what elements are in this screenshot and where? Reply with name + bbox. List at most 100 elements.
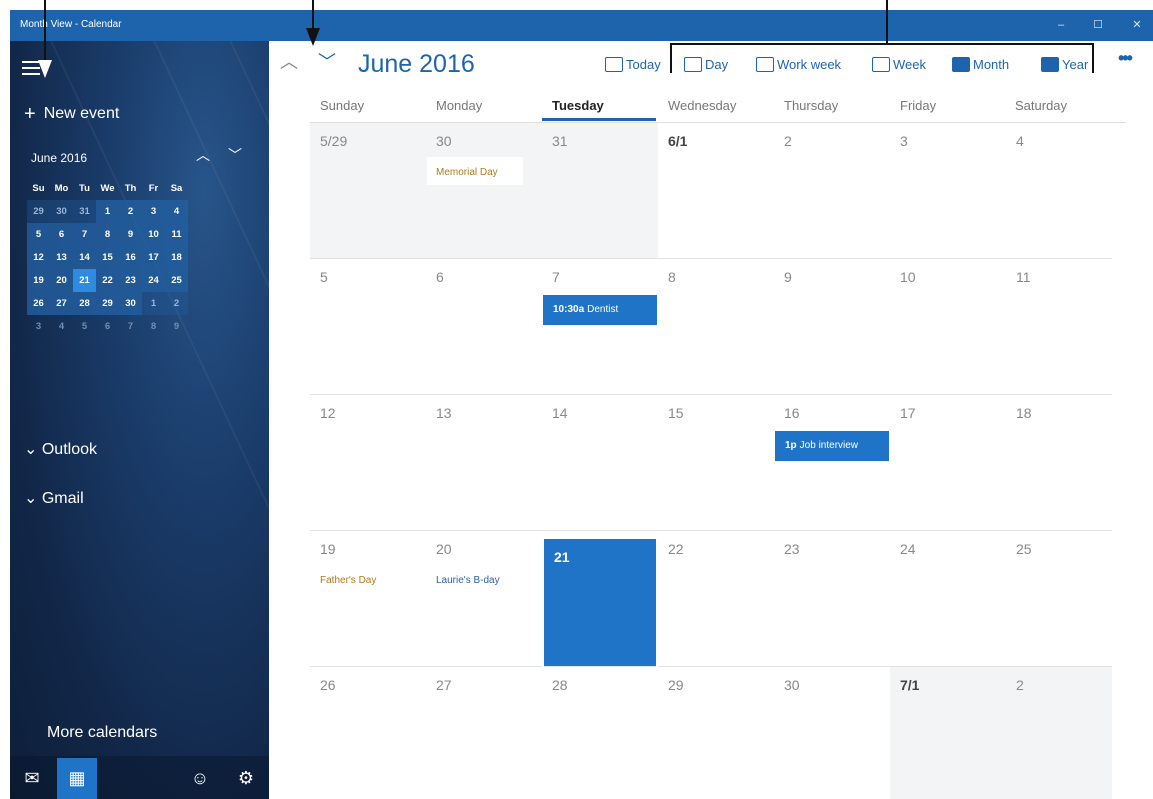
mini-calendar-day[interactable]: 27 (50, 292, 73, 315)
day-cell[interactable]: 10 (890, 259, 1006, 395)
day-cell[interactable]: 26 (310, 667, 426, 799)
mini-calendar-day[interactable]: 10 (142, 223, 165, 246)
day-cell[interactable]: 25 (1006, 531, 1112, 667)
mini-calendar-day[interactable]: 15 (96, 246, 119, 269)
day-cell[interactable]: 5/29 (310, 123, 426, 259)
day-cell[interactable]: 28 (542, 667, 658, 799)
day-cell[interactable]: 23 (774, 531, 890, 667)
day-cell[interactable]: 19 Father's Day (310, 531, 426, 667)
today-button[interactable]: Today (605, 57, 661, 75)
mini-calendar-day[interactable]: 18 (165, 246, 188, 269)
mini-calendar-day[interactable]: 12 (27, 246, 50, 269)
mini-calendar-day[interactable]: 30 (119, 292, 142, 315)
day-cell[interactable]: 2 (774, 123, 890, 259)
day-cell[interactable]: 7 10:30a Dentist (542, 259, 658, 395)
day-cell[interactable]: 9 (774, 259, 890, 395)
day-cell[interactable]: 30 Memorial Day (426, 123, 542, 259)
mini-calendar-day[interactable]: 31 (73, 200, 96, 223)
mini-calendar-day[interactable]: 26 (27, 292, 50, 315)
holiday-label[interactable]: Laurie's B-day (436, 575, 500, 586)
mini-calendar-day[interactable]: 1 (142, 292, 165, 315)
mini-calendar-day[interactable]: 11 (165, 223, 188, 246)
day-cell[interactable]: 3 (890, 123, 1006, 259)
mini-calendar-day[interactable]: 9 (165, 315, 188, 338)
year-view-button[interactable]: Year (1041, 57, 1088, 75)
day-cell[interactable]: 6 (426, 259, 542, 395)
mini-calendar-day[interactable]: 23 (119, 269, 142, 292)
day-cell[interactable]: 18 (1006, 395, 1112, 531)
mini-calendar-day[interactable]: 21 (73, 269, 96, 292)
mini-calendar-day[interactable]: 6 (96, 315, 119, 338)
day-cell[interactable]: 29 (658, 667, 774, 799)
month-title[interactable]: June 2016 (358, 50, 475, 79)
mini-calendar-day[interactable]: 8 (96, 223, 119, 246)
day-cell[interactable]: 15 (658, 395, 774, 531)
mini-calendar-day[interactable]: 2 (119, 200, 142, 223)
mini-calendar-day[interactable]: 29 (27, 200, 50, 223)
account-outlook[interactable]: ⌄ Outlook (24, 439, 97, 459)
week-view-button[interactable]: Week (872, 57, 926, 75)
previous-month-icon[interactable]: ︿ (280, 48, 298, 74)
account-gmail[interactable]: ⌄ Gmail (24, 488, 84, 508)
day-cell[interactable]: 22 (658, 531, 774, 667)
day-cell[interactable]: 20 Laurie's B-day (426, 531, 542, 667)
next-month-icon[interactable]: ﹀ (318, 48, 336, 74)
mini-calendar-day[interactable]: 9 (119, 223, 142, 246)
day-cell[interactable]: 27 (426, 667, 542, 799)
mini-calendar-day[interactable]: 3 (27, 315, 50, 338)
day-cell[interactable]: 13 (426, 395, 542, 531)
maximize-button[interactable]: ☐ (1088, 15, 1108, 35)
day-cell[interactable]: 21 (544, 539, 656, 667)
mini-calendar-day[interactable]: 22 (96, 269, 119, 292)
day-cell[interactable]: 4 (1006, 123, 1112, 259)
calendar-icon[interactable]: ▦ (57, 758, 97, 799)
mini-calendar-day[interactable]: 14 (73, 246, 96, 269)
mini-calendar-day[interactable]: 19 (27, 269, 50, 292)
work-week-view-button[interactable]: Work week (756, 57, 841, 75)
day-cell[interactable]: 17 (890, 395, 1006, 531)
more-options-button[interactable]: ••• (1118, 48, 1133, 69)
mini-calendar-day[interactable]: 1 (96, 200, 119, 223)
mini-calendar-day[interactable]: 4 (50, 315, 73, 338)
holiday-label[interactable]: Father's Day (320, 575, 376, 586)
settings-icon[interactable]: ⚙ (232, 764, 260, 792)
day-cell[interactable]: 6/1 (658, 123, 774, 259)
minimize-button[interactable]: – (1051, 15, 1071, 35)
day-cell[interactable]: 14 (542, 395, 658, 531)
more-calendars-link[interactable]: More calendars (47, 724, 157, 742)
mini-calendar-day[interactable]: 28 (73, 292, 96, 315)
mini-calendar-day[interactable]: 8 (142, 315, 165, 338)
month-view-button[interactable]: Month (952, 57, 1009, 75)
day-cell[interactable]: 5 (310, 259, 426, 395)
day-cell[interactable]: 12 (310, 395, 426, 531)
mini-calendar-day[interactable]: 13 (50, 246, 73, 269)
new-event-button[interactable]: + New event (24, 103, 119, 126)
mini-calendar-day[interactable]: 7 (73, 223, 96, 246)
event-chip[interactable]: 1p Job interview (775, 431, 889, 461)
smiley-icon[interactable]: ☺ (186, 764, 214, 792)
mini-calendar-next-icon[interactable]: ﹀ (228, 145, 242, 165)
mini-calendar-day[interactable]: 3 (142, 200, 165, 223)
day-cell[interactable]: 8 (658, 259, 774, 395)
close-button[interactable]: ✕ (1127, 15, 1147, 35)
mini-calendar-prev-icon[interactable]: ︿ (196, 145, 210, 165)
mini-calendar-day[interactable]: 5 (27, 223, 50, 246)
holiday-label[interactable]: Memorial Day (436, 167, 498, 178)
mail-icon[interactable]: ✉ (18, 764, 46, 792)
mini-calendar-day[interactable]: 16 (119, 246, 142, 269)
day-cell[interactable]: 16 1p Job interview (774, 395, 890, 531)
day-cell[interactable]: 7/1 (890, 667, 1006, 799)
mini-calendar-day[interactable]: 6 (50, 223, 73, 246)
mini-calendar-day[interactable]: 30 (50, 200, 73, 223)
mini-calendar-day[interactable]: 24 (142, 269, 165, 292)
mini-calendar-day[interactable]: 17 (142, 246, 165, 269)
mini-calendar-day[interactable]: 2 (165, 292, 188, 315)
day-cell[interactable]: 11 (1006, 259, 1112, 395)
mini-calendar-day[interactable]: 20 (50, 269, 73, 292)
day-view-button[interactable]: Day (684, 57, 728, 75)
day-cell[interactable]: 31 (542, 123, 658, 259)
event-chip[interactable]: 10:30a Dentist (543, 295, 657, 325)
mini-calendar-day[interactable]: 25 (165, 269, 188, 292)
mini-calendar-day[interactable]: 5 (73, 315, 96, 338)
day-cell[interactable]: 30 (774, 667, 890, 799)
